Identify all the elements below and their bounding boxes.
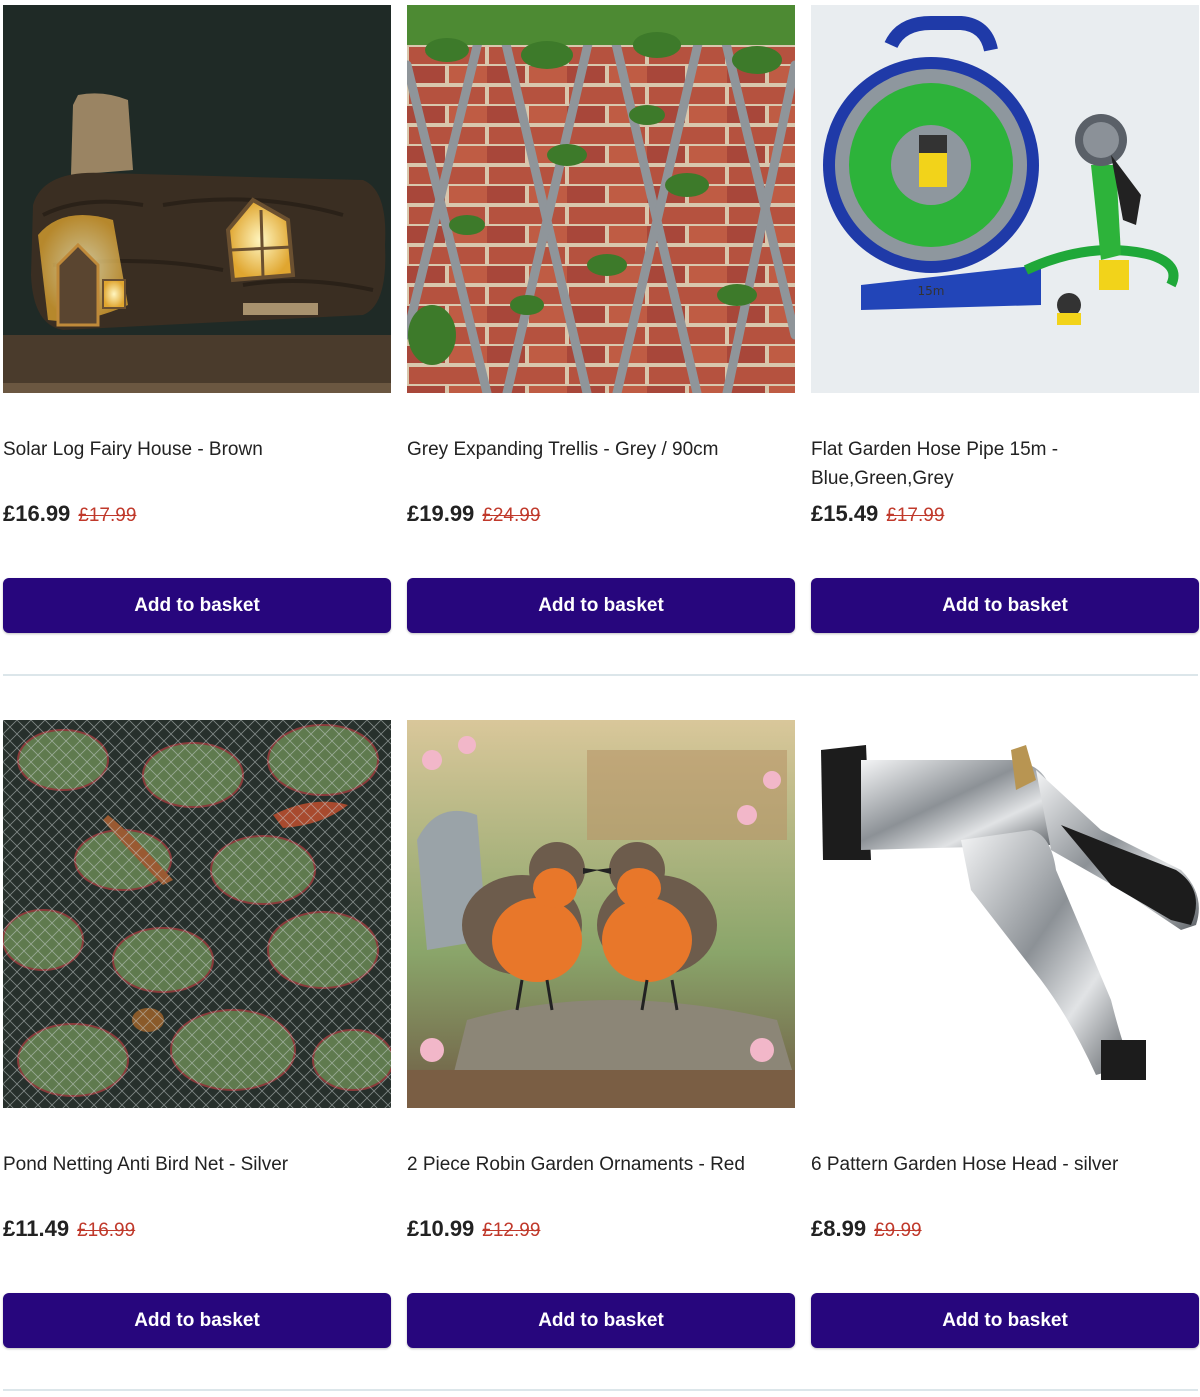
product-title[interactable]: Grey Expanding Trellis - Grey / 90cm bbox=[407, 435, 795, 464]
product-title[interactable]: Flat Garden Hose Pipe 15m - Blue,Green,G… bbox=[811, 435, 1199, 493]
robin-ornaments-image[interactable] bbox=[407, 720, 795, 1108]
reel-length-label: 15m bbox=[918, 284, 945, 298]
add-to-basket-button[interactable]: Add to basket bbox=[811, 1293, 1199, 1348]
price-block: £8.99 £9.99 bbox=[811, 1216, 922, 1242]
price-block: £16.99 £17.99 bbox=[3, 501, 136, 527]
product-title[interactable]: Solar Log Fairy House - Brown bbox=[3, 435, 391, 464]
row-divider bbox=[3, 674, 1198, 676]
price-block: £11.49 £16.99 bbox=[3, 1216, 135, 1242]
add-to-basket-button[interactable]: Add to basket bbox=[407, 578, 795, 633]
current-price: £16.99 bbox=[3, 501, 71, 526]
current-price: £11.49 bbox=[3, 1216, 70, 1241]
pond-net-image[interactable] bbox=[3, 720, 391, 1108]
add-to-basket-button[interactable]: Add to basket bbox=[3, 578, 391, 633]
was-price: £17.99 bbox=[78, 505, 137, 526]
current-price: £10.99 bbox=[407, 1216, 475, 1241]
hose-gun-image[interactable] bbox=[811, 720, 1199, 1108]
current-price: £8.99 bbox=[811, 1216, 867, 1241]
was-price: £9.99 bbox=[874, 1220, 922, 1241]
current-price: £19.99 bbox=[407, 501, 475, 526]
price-block: £15.49 £17.99 bbox=[811, 501, 944, 527]
add-to-basket-button[interactable]: Add to basket bbox=[407, 1293, 795, 1348]
price-block: £10.99 £12.99 bbox=[407, 1216, 540, 1242]
current-price: £15.49 bbox=[811, 501, 879, 526]
price-block: £19.99 £24.99 bbox=[407, 501, 540, 527]
product-title[interactable]: 2 Piece Robin Garden Ornaments - Red bbox=[407, 1150, 795, 1179]
trellis-image[interactable] bbox=[407, 5, 795, 393]
add-to-basket-button[interactable]: Add to basket bbox=[811, 578, 1199, 633]
was-price: £17.99 bbox=[886, 505, 945, 526]
fairy-house-image[interactable] bbox=[3, 5, 391, 393]
row-divider bbox=[3, 1389, 1198, 1391]
hose-reel-image[interactable]: 15m bbox=[811, 5, 1199, 393]
was-price: £12.99 bbox=[482, 1220, 541, 1241]
was-price: £16.99 bbox=[77, 1220, 136, 1241]
was-price: £24.99 bbox=[482, 505, 541, 526]
add-to-basket-button[interactable]: Add to basket bbox=[3, 1293, 391, 1348]
product-title[interactable]: Pond Netting Anti Bird Net - Silver bbox=[3, 1150, 391, 1179]
product-title[interactable]: 6 Pattern Garden Hose Head - silver bbox=[811, 1150, 1199, 1179]
